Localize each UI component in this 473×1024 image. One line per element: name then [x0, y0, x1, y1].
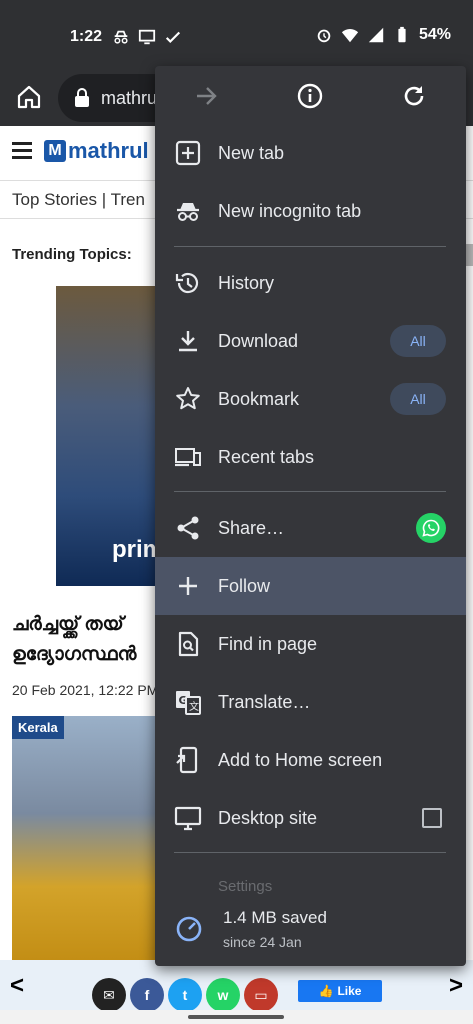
category-tag: Kerala	[12, 716, 64, 739]
hamburger-menu-icon[interactable]	[12, 142, 32, 160]
like-label: Like	[337, 984, 362, 998]
comment-share-icon[interactable]: ▭	[244, 978, 278, 1012]
wifi-icon	[341, 29, 359, 43]
menu-item-label: Desktop site	[218, 807, 318, 828]
menu-item-translate[interactable]: G文 Translate…	[155, 673, 466, 731]
home-icon[interactable]	[14, 82, 44, 112]
menu-item-bookmark[interactable]: Bookmark All	[155, 370, 466, 428]
menu-item-recent-tabs[interactable]: Recent tabs	[155, 428, 466, 486]
menu-item-new-tab[interactable]: New tab	[155, 124, 466, 182]
twitter-share-icon[interactable]: t	[168, 978, 202, 1012]
plus-icon	[179, 577, 197, 595]
headline-line: ചർച്ചയ്ക്ക് തയ്	[12, 614, 124, 635]
menu-item-label: New incognito tab	[218, 200, 362, 221]
battery-icon	[398, 26, 406, 43]
facebook-like-button[interactable]: 👍 Like	[298, 980, 382, 1002]
history-icon	[175, 272, 199, 294]
incognito-status-icon	[114, 30, 128, 44]
incognito-icon	[177, 203, 199, 221]
downloads-all-chip[interactable]: All	[390, 325, 446, 357]
data-saver-footer[interactable]: 1.4 MB saved since 24 Jan	[155, 894, 466, 966]
menu-item-label: Translate…	[218, 691, 311, 712]
desktop-icon	[174, 806, 202, 831]
alarm-icon	[317, 29, 331, 43]
data-saved-since: since 24 Jan	[223, 934, 302, 950]
menu-item-download[interactable]: Download All	[155, 312, 466, 370]
overflow-menu: New tab New incognito tab History Downlo…	[155, 66, 466, 966]
lock-icon	[75, 88, 89, 107]
menu-item-history[interactable]: History	[155, 254, 466, 312]
share-icon	[177, 516, 199, 540]
add-to-home-icon	[176, 746, 198, 774]
menu-item-follow[interactable]: Follow	[155, 557, 466, 615]
trending-label: Trending Topics:	[12, 246, 132, 263]
check-status-icon	[165, 31, 181, 44]
desktop-site-checkbox[interactable]	[422, 808, 442, 828]
section-nav[interactable]: Top Stories | Tren	[12, 190, 145, 210]
gesture-pill[interactable]	[188, 1015, 284, 1019]
forward-arrow-icon[interactable]	[193, 82, 221, 110]
thumbs-up-icon: 👍	[318, 984, 334, 998]
svg-text:文: 文	[189, 700, 199, 713]
menu-item-label: Share…	[218, 517, 285, 538]
logo-text: mathrul	[68, 138, 149, 163]
data-saver-gauge-icon	[176, 916, 202, 942]
article-image[interactable]: Kerala	[12, 716, 172, 960]
menu-divider	[174, 852, 446, 853]
status-right: 54%	[315, 26, 451, 44]
battery-percent: 54%	[418, 26, 451, 43]
url-text: mathru	[101, 88, 158, 108]
settings-item-partial[interactable]: Settings	[174, 878, 272, 895]
notification-icons	[112, 28, 182, 46]
menu-item-label: Download	[218, 330, 299, 351]
menu-item-label: History	[218, 272, 275, 293]
menu-divider	[174, 246, 446, 247]
system-nav-bar	[0, 1010, 473, 1024]
whatsapp-share-icon[interactable]: w	[206, 978, 240, 1012]
menu-item-desktop-site[interactable]: Desktop site	[155, 789, 466, 847]
share-buttons: ✉ f t w ▭	[92, 978, 278, 1012]
email-share-icon[interactable]: ✉	[92, 978, 126, 1012]
new-tab-icon	[175, 140, 201, 166]
menu-item-find-in-page[interactable]: Find in page	[155, 615, 466, 673]
prev-arrow-icon[interactable]: <	[10, 972, 24, 1000]
download-icon	[179, 331, 197, 352]
star-icon	[176, 387, 200, 410]
menu-item-label: Add to Home screen	[218, 749, 383, 770]
devices-icon	[175, 448, 201, 467]
data-saved-amount: 1.4 MB saved	[223, 908, 327, 927]
status-bar: 1:22 54%	[0, 0, 473, 70]
menu-item-incognito[interactable]: New incognito tab	[155, 182, 466, 240]
find-in-page-icon	[178, 631, 199, 657]
page-scrollbar[interactable]	[465, 244, 473, 266]
refresh-icon[interactable]	[400, 82, 428, 110]
info-icon[interactable]	[296, 82, 324, 110]
screen-cast-icon	[138, 29, 156, 45]
menu-divider	[174, 491, 446, 492]
next-arrow-icon[interactable]: >	[449, 972, 463, 1000]
headline-line: ഉദ്യോഗസ്ഥൻ	[12, 644, 137, 665]
whatsapp-icon[interactable]	[416, 513, 446, 543]
translate-icon: G文	[176, 691, 201, 715]
article-date: 20 Feb 2021, 12:22 PM	[12, 682, 159, 698]
article-headline[interactable]: ചർച്ചയ്ക്ക് തയ് ഉദ്യോഗസ്ഥൻ	[12, 610, 136, 670]
bookmarks-all-chip[interactable]: All	[390, 383, 446, 415]
share-bar: < ✉ f t w ▭ 👍 Like >	[0, 960, 473, 1012]
menu-item-share[interactable]: Share…	[155, 499, 466, 557]
settings-label: Settings	[218, 878, 273, 895]
menu-toolbar	[155, 66, 466, 124]
menu-item-add-to-home[interactable]: Add to Home screen	[155, 731, 466, 789]
logo-mark: M	[44, 140, 66, 162]
site-logo[interactable]: M mathrul	[44, 138, 149, 164]
menu-item-label: Follow	[218, 575, 271, 596]
menu-item-label: New tab	[218, 142, 285, 163]
signal-icon	[368, 27, 384, 43]
status-time: 1:22	[70, 28, 103, 45]
menu-item-label: Bookmark	[218, 388, 300, 409]
menu-item-label: Find in page	[218, 633, 318, 654]
menu-item-label: Recent tabs	[218, 446, 315, 467]
facebook-share-icon[interactable]: f	[130, 978, 164, 1012]
